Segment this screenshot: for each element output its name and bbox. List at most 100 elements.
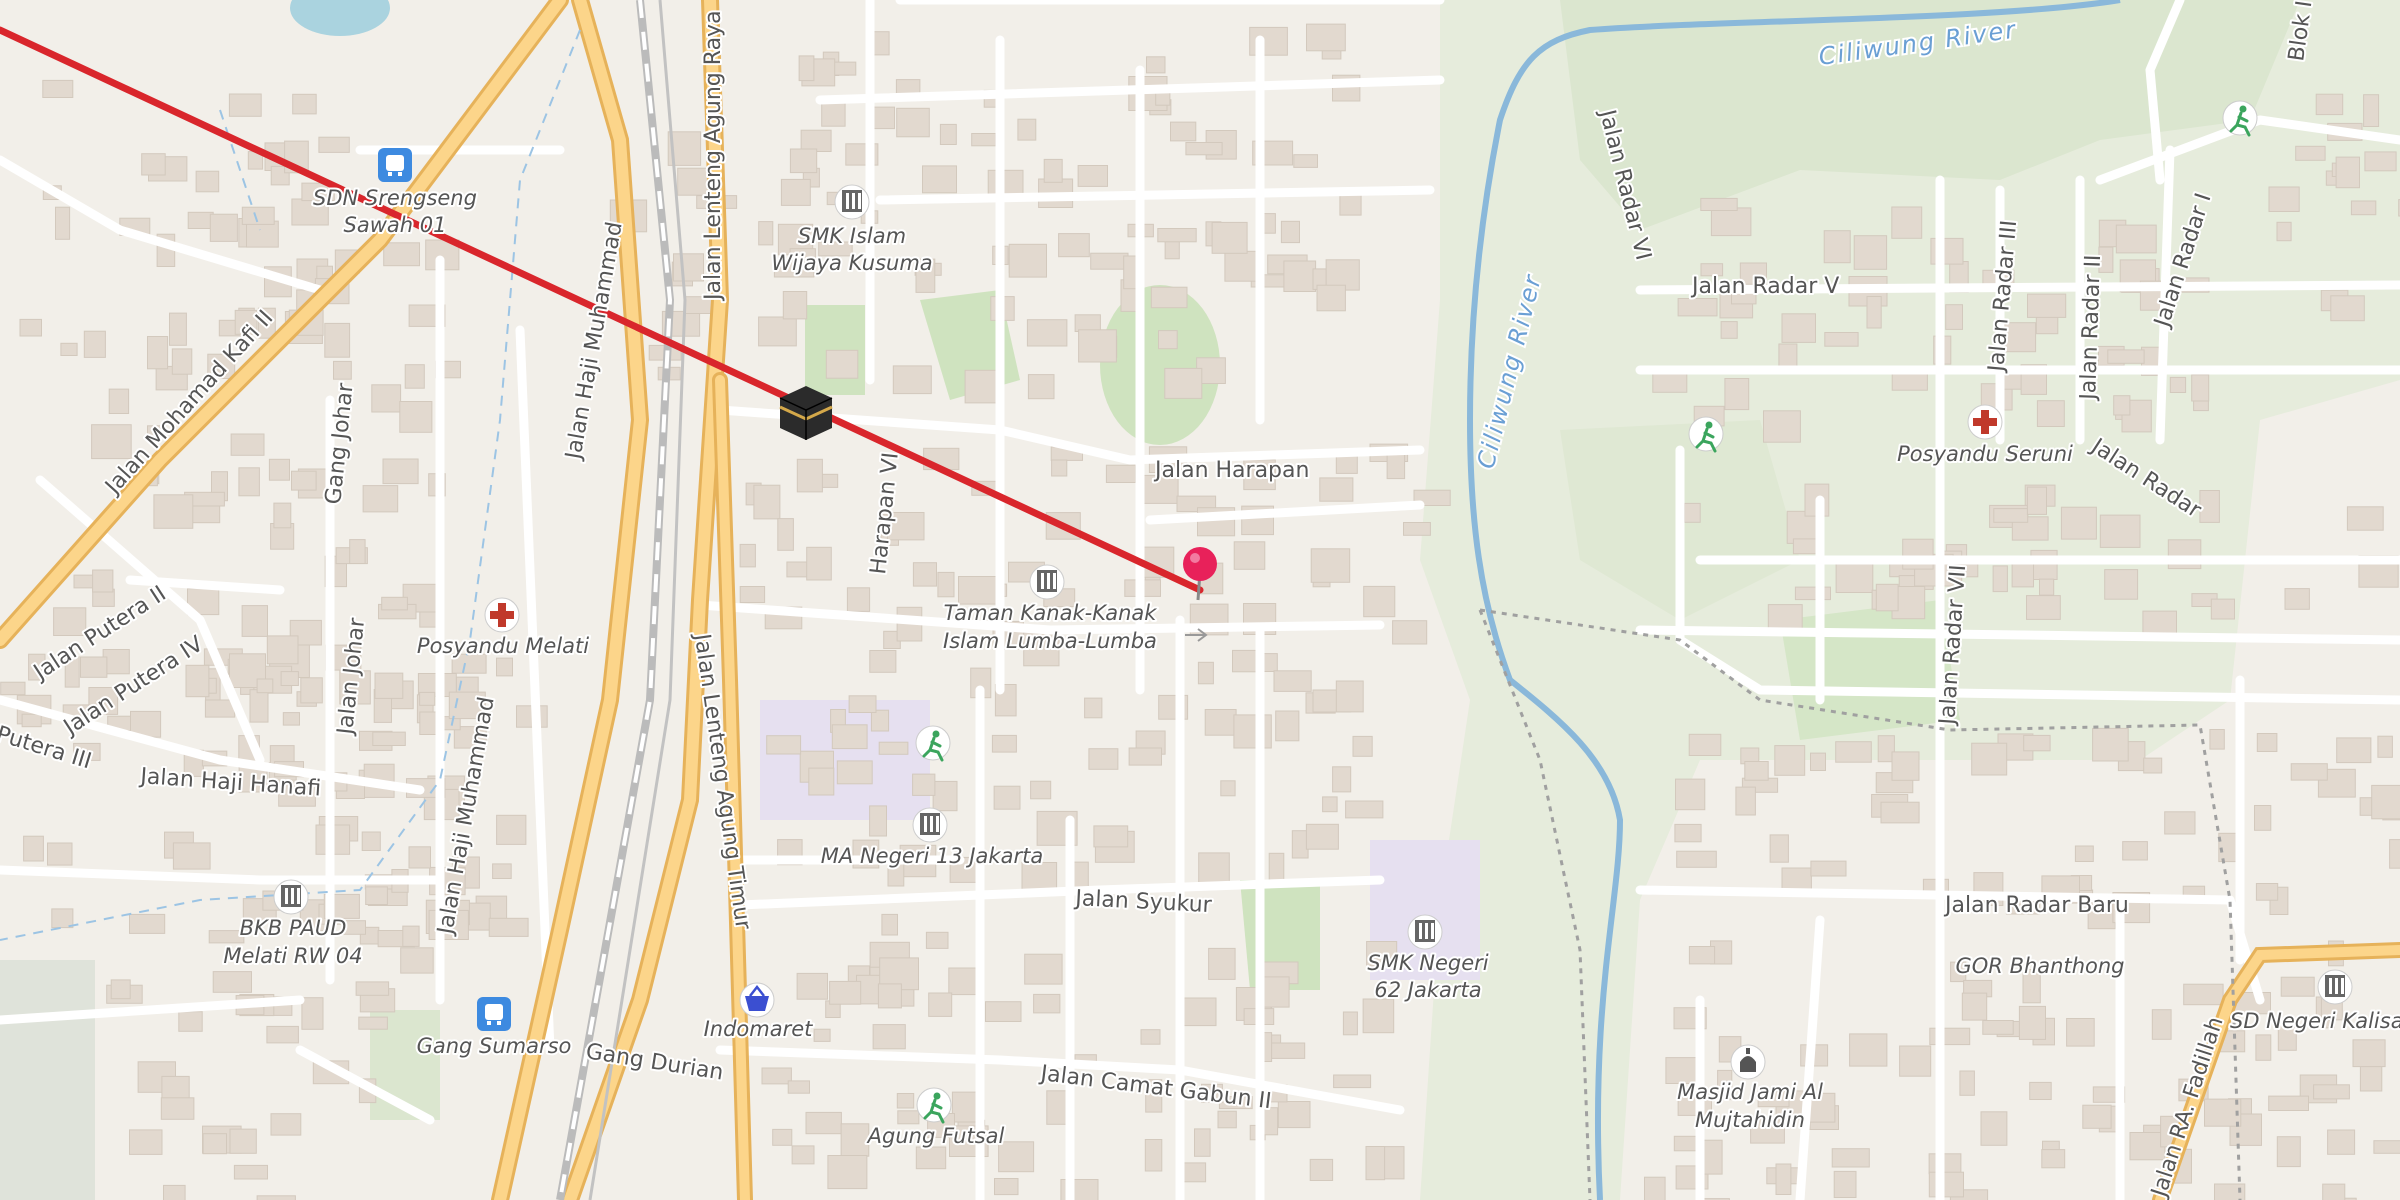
building (2218, 832, 2239, 863)
building (739, 543, 756, 568)
building (673, 253, 704, 282)
building (1849, 1033, 1888, 1067)
building (212, 971, 252, 993)
building (1322, 796, 1338, 813)
building (153, 494, 194, 529)
building (1342, 1011, 1358, 1036)
building (2039, 578, 2055, 596)
building (1309, 1158, 1334, 1182)
building (42, 79, 74, 99)
building (848, 695, 877, 713)
building (1084, 697, 1103, 719)
building (1155, 91, 1171, 106)
building (937, 571, 955, 598)
building (758, 221, 774, 246)
building (141, 153, 166, 176)
building (991, 734, 1017, 753)
building (1046, 1090, 1069, 1125)
building (419, 691, 436, 706)
building (333, 360, 352, 380)
building (1345, 800, 1384, 819)
building (1866, 296, 1882, 329)
building (2327, 1129, 2356, 1155)
building (993, 785, 1021, 810)
building (1017, 118, 1037, 141)
building (2276, 1136, 2301, 1168)
building (932, 780, 958, 812)
building (922, 165, 957, 194)
building (1744, 761, 1769, 781)
building (831, 724, 868, 750)
building (358, 1016, 388, 1030)
building (0, 681, 26, 696)
building (256, 678, 274, 694)
building (2209, 729, 2225, 750)
building (1774, 745, 1806, 776)
poi-label: Posyandu Seruni (1897, 442, 2073, 466)
building (496, 657, 513, 677)
poi-label: Mujtahidin (1695, 1108, 1805, 1132)
building (488, 917, 529, 937)
building (83, 330, 106, 358)
building (870, 709, 890, 732)
park-icon (2222, 100, 2258, 137)
poi-label: SDN Srengseng (313, 186, 477, 210)
building (766, 735, 802, 755)
building (2164, 811, 2196, 835)
building (1735, 786, 1756, 816)
building (994, 1178, 1019, 1196)
building (249, 689, 269, 723)
building (877, 983, 902, 1009)
building (1763, 410, 1801, 443)
building (1306, 23, 1346, 52)
building (1688, 946, 1716, 965)
building (2315, 93, 2344, 116)
building (787, 1080, 811, 1094)
building (362, 485, 399, 513)
building (269, 745, 295, 764)
building (1710, 207, 1752, 237)
building (1164, 239, 1180, 260)
building (496, 814, 527, 845)
building (2036, 400, 2065, 428)
building (23, 835, 44, 862)
building (2284, 588, 2310, 610)
building (108, 388, 130, 415)
building (1077, 165, 1108, 187)
building (266, 1025, 299, 1044)
road-label-radar-ii: Jalan Radar II (2076, 254, 2106, 402)
building (1992, 565, 2008, 593)
building (928, 992, 953, 1017)
building (195, 170, 220, 193)
building (2255, 883, 2279, 901)
poi-label: SD Negeri Kalisari (2230, 1009, 2400, 1033)
building (813, 1028, 831, 1042)
building (958, 576, 998, 605)
building (2268, 186, 2300, 212)
poi-label: Gang Sumarso (417, 1034, 572, 1058)
building (300, 677, 323, 704)
building (2290, 763, 2328, 781)
building (228, 93, 262, 117)
building (209, 213, 238, 242)
poi-label: Sawah 01 (344, 213, 447, 237)
building (789, 148, 818, 174)
building (939, 123, 957, 146)
building (1217, 1110, 1237, 1129)
building (2255, 1034, 2272, 1061)
building (1891, 751, 1920, 781)
building (2183, 983, 2224, 1006)
building (2256, 733, 2278, 752)
building (19, 318, 42, 337)
building (233, 1164, 268, 1180)
building (273, 502, 292, 529)
building (129, 1129, 163, 1155)
building (798, 55, 815, 82)
building (2352, 1039, 2386, 1068)
map-canvas[interactable]: Jalan Lenteng Agung Raya Jalan Lenteng A… (0, 0, 2400, 1200)
building (51, 908, 74, 929)
building (2023, 734, 2051, 752)
building (753, 484, 781, 520)
building (1794, 586, 1832, 601)
poi-gor-bhanthong[interactable]: GOR Bhanthong (1954, 952, 2127, 980)
